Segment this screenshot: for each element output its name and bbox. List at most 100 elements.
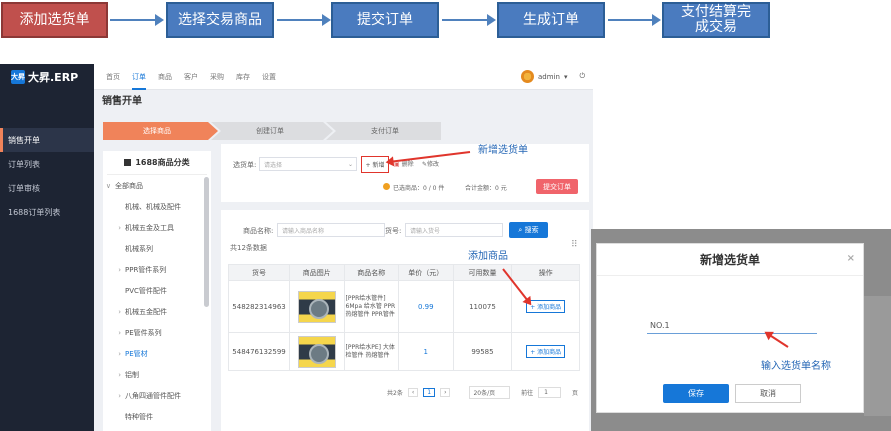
tree-caret-icon: › [118, 265, 121, 274]
tree-caret-icon: › [118, 328, 121, 337]
tree-item-label: 机械系列 [125, 244, 153, 253]
dialog-header: 新增选货单 × [597, 244, 863, 276]
tree-title: 1688商品分类 [135, 158, 190, 167]
logo-mark-icon: 大昇 [11, 70, 25, 84]
goods-name-label: 商品名称: [243, 227, 274, 235]
current-page[interactable]: 1 [423, 388, 436, 397]
total-amount: 合计金额：0 元 [465, 185, 507, 192]
goods-table: 货号 商品图片 商品名称 单价（元） 可用数量 操作 548282314963 [PPR给水… [227, 264, 580, 371]
product-image [297, 335, 336, 368]
step-select-goods: 选择商品 [143, 127, 171, 135]
flow-step-2: 选择交易商品 [166, 2, 274, 38]
flow-step-3: 提交订单 [331, 2, 439, 38]
username: admin [538, 72, 560, 81]
tree-item[interactable]: › PPR管件系列 [103, 259, 211, 280]
search-button[interactable]: ⌕ 搜索 [509, 222, 548, 238]
tab-orders[interactable]: 订单 [132, 64, 146, 90]
column-header: 操作 [511, 264, 580, 281]
selector-label: 选货单: [233, 161, 257, 169]
chevron-down-icon: ▾ [563, 72, 568, 81]
tree-item[interactable]: 特种管件 [103, 406, 211, 427]
step-create-order: 创建订单 [256, 127, 284, 135]
flow-arrow-icon [110, 14, 164, 26]
sidebar-item-review[interactable]: 订单审核 [0, 176, 94, 200]
tree-item[interactable]: › 铝制 [103, 364, 211, 385]
page-size-select[interactable]: 20条/页 [469, 386, 511, 399]
tree-item-label: 铝制 [125, 370, 139, 379]
edit-button[interactable]: ✎修改 [422, 159, 439, 168]
tab-goods[interactable]: 商品 [158, 64, 172, 90]
search-label: 搜索 [524, 226, 539, 234]
annotation-input-name: 输入选货单名称 [761, 361, 831, 372]
tab-stock[interactable]: 库存 [236, 64, 250, 90]
action-cell: + 添加商品 [511, 332, 580, 371]
sku-input[interactable]: 请输入货号 [405, 223, 503, 237]
tree-item[interactable]: › 机械五金及工具 [103, 217, 211, 238]
tree-item[interactable]: ∨ 全部商品 [103, 175, 211, 196]
step-pay-order: 支付订单 [371, 127, 399, 135]
column-header: 商品名称 [343, 264, 400, 281]
tree-item[interactable]: 机械、机械及配件 [103, 196, 211, 217]
order-select-value: 请选择 [264, 161, 283, 169]
tree-item-label: PPR管件系列 [125, 265, 167, 274]
background-panel [864, 296, 891, 416]
selector-panel: 选货单: 请选择 ⌄ + 新增 ▣ 删除 ✎修改 已选商品：0 / 0 件 合计金… [221, 144, 589, 202]
flow-step-1: 添加选货单 [1, 2, 108, 38]
qty-cell: 99585 [452, 332, 513, 371]
new-order-dialog: 新增选货单 × NO.1 保存 取消 [596, 243, 864, 413]
tree-item-label: PVC管件配件 [125, 286, 167, 295]
tab-purchase[interactable]: 采购 [210, 64, 224, 90]
goods-name-input[interactable]: 请输入商品名称 [277, 223, 385, 237]
chevron-down-icon: ⌄ [347, 160, 353, 168]
goods-panel: 商品名称: 请输入商品名称 货号: 请输入货号 ⌕ 搜索 共12条数据 ⠿ 货号… [221, 210, 589, 431]
dialog-title: 新增选货单 [699, 253, 760, 267]
top-nav: 首页 订单 商品 客户 采购 库存 设置 admin ▾ ⏻ [94, 64, 593, 90]
tree-item[interactable]: 机械系列 [103, 238, 211, 259]
tab-customers[interactable]: 客户 [184, 64, 198, 90]
image-cell [289, 332, 345, 371]
close-icon[interactable]: × [847, 253, 855, 264]
tab-home[interactable]: 首页 [106, 64, 120, 90]
power-icon[interactable]: ⏻ [579, 72, 585, 81]
product-image [297, 290, 336, 323]
prev-page-icon[interactable]: ‹ [407, 388, 419, 397]
tree-caret-icon: › [118, 349, 121, 358]
goto-label: 前往 [521, 390, 534, 397]
flow-arrow-icon [608, 14, 661, 26]
sku-cell: 548282314963 [227, 280, 291, 333]
tree-item[interactable]: › 机械五金配件 [103, 301, 211, 322]
column-header: 单价（元） [398, 264, 454, 281]
cancel-button[interactable]: 取消 [735, 384, 801, 403]
columns-grid-icon[interactable]: ⠿ [571, 240, 578, 250]
next-page-icon[interactable]: › [440, 388, 451, 397]
tree-caret-icon: › [118, 370, 121, 379]
tree-caret-icon: › [118, 307, 121, 316]
tree-item[interactable]: › 八角四通管件配件 [103, 385, 211, 406]
tree-header: 1688商品分类 [107, 151, 207, 175]
tree-caret-icon: › [118, 223, 121, 232]
sidebar-item-orders[interactable]: 订单列表 [0, 152, 94, 176]
edit-label: 修改 [427, 161, 440, 168]
logo-text: 大昇.ERP [28, 71, 79, 84]
tree-item-label: PE管材 [125, 349, 148, 358]
tree-scrollbar[interactable] [204, 177, 209, 307]
flow-arrow-icon [277, 14, 331, 26]
goto-suffix: 页 [571, 390, 578, 397]
table-row: 548476132599 [PPR给水PE] 大体检管件 热熔管件 1 99585 + … [227, 332, 580, 371]
tree-item[interactable]: › PE管材 [103, 343, 211, 364]
tree-item[interactable]: PVC管件配件 [103, 280, 211, 301]
sidebar-item-1688[interactable]: 1688订单列表 [0, 200, 94, 224]
tree-item-label: 全部商品 [115, 181, 143, 190]
goto-page-input[interactable]: 1 [538, 387, 561, 398]
submit-order-button[interactable]: 提交订单 [536, 179, 578, 194]
tree-caret-icon: › [118, 391, 121, 400]
order-select[interactable]: 请选择 ⌄ [259, 157, 357, 171]
save-button[interactable]: 保存 [663, 384, 729, 403]
tab-settings[interactable]: 设置 [262, 64, 276, 90]
add-goods-button[interactable]: + 添加商品 [526, 345, 566, 358]
user-menu[interactable]: admin ▾ ⏻ [521, 70, 585, 83]
info-dot-icon [383, 183, 390, 190]
order-name-input[interactable]: NO.1 [647, 316, 817, 334]
tree-item[interactable]: › PE管件系列 [103, 322, 211, 343]
sidebar-item-sales[interactable]: 销售开单 [0, 128, 94, 152]
